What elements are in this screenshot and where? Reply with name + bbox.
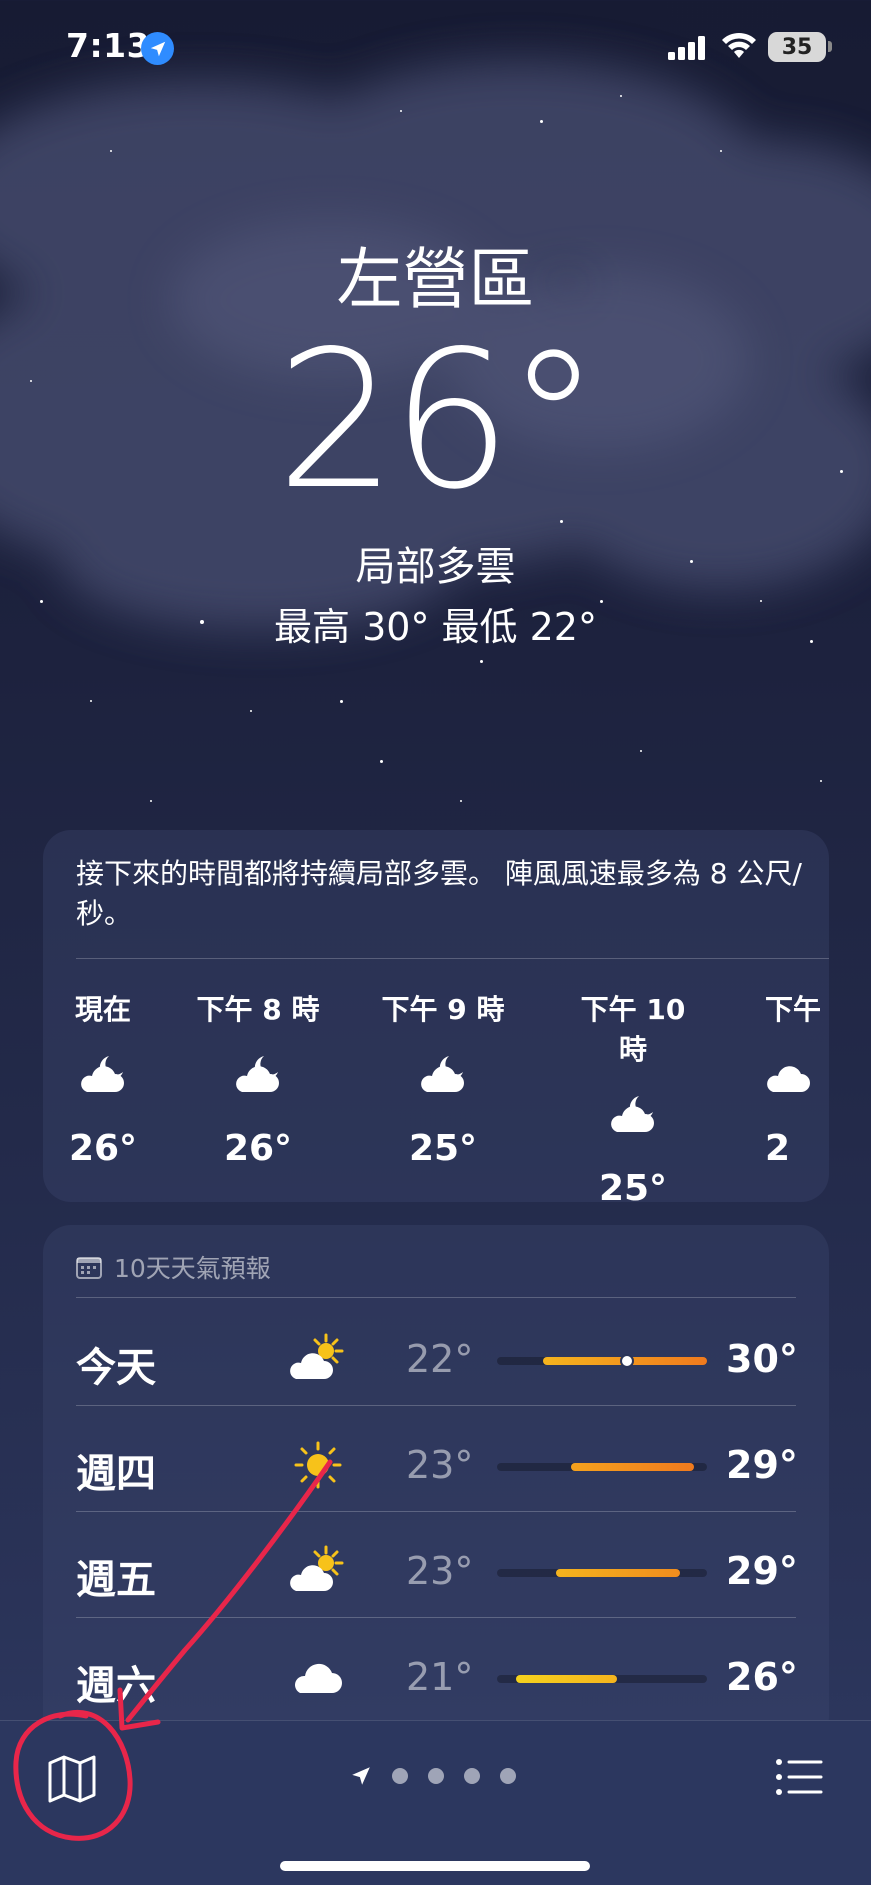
forecast-row[interactable]: 週四 23° 29° xyxy=(76,1413,798,1519)
cellular-signal-icon xyxy=(668,36,705,60)
status-bar: 7:13 35 xyxy=(0,0,871,90)
forecast-day: 週四 xyxy=(76,1451,156,1497)
location-arrow-icon xyxy=(141,32,174,65)
bottom-toolbar xyxy=(0,1720,871,1885)
temperature-range-bar xyxy=(497,1354,707,1368)
forecast-title: 10天天氣預報 xyxy=(114,1254,271,1283)
cloud-sun-icon xyxy=(290,1333,344,1379)
hour-label: 下午 10 時 xyxy=(580,993,686,1066)
battery-tip xyxy=(828,41,832,52)
hour-temp: 25° xyxy=(408,1128,478,1169)
forecast-row[interactable]: 週五 23° 29° xyxy=(76,1519,798,1625)
sun-icon xyxy=(294,1441,342,1489)
temperature-range-fill xyxy=(555,1569,680,1577)
hour-temp: 25° xyxy=(598,1168,668,1202)
cloud-moon-icon xyxy=(373,1052,513,1112)
cloud-moon-icon xyxy=(188,1052,328,1112)
hour-item: 下午 10 時 25° xyxy=(563,990,703,1202)
temperature-range-bar xyxy=(497,1675,707,1683)
cloud-moon-icon xyxy=(43,1052,173,1112)
forecast-high: 29° xyxy=(726,1549,798,1593)
row-divider xyxy=(76,1405,796,1406)
battery-level: 35 xyxy=(768,32,826,62)
current-condition: 局部多雲 xyxy=(355,544,516,590)
calendar-icon xyxy=(76,1257,102,1279)
temperature-range-fill xyxy=(570,1463,695,1471)
temperature-range-bar xyxy=(497,1569,707,1577)
hour-temp: 26° xyxy=(68,1128,138,1169)
cloud-moon-icon xyxy=(563,1092,703,1152)
map-icon[interactable] xyxy=(44,1751,100,1807)
cloud-moon-icon xyxy=(765,1052,829,1112)
hour-label: 下午 xyxy=(765,993,822,1026)
wifi-icon xyxy=(722,32,756,58)
high-low-temperature: 最高 30° 最低 22° xyxy=(274,605,597,649)
forecast-divider xyxy=(76,1297,796,1298)
forecast-day: 週五 xyxy=(76,1557,156,1603)
page-dot xyxy=(500,1768,516,1784)
hour-item: 下午 9 時 25° xyxy=(373,990,513,1169)
hourly-summary: 接下來的時間都將持續局部多雲。 陣風風速最多為 8 公尺/秒。 xyxy=(76,857,802,930)
forecast-high: 29° xyxy=(726,1443,798,1487)
hourly-forecast-card[interactable]: 接下來的時間都將持續局部多雲。 陣風風速最多為 8 公尺/秒。 現在 26° 下… xyxy=(43,830,829,1202)
hour-temp: 2 xyxy=(765,1128,791,1169)
row-divider xyxy=(76,1617,796,1618)
hour-item: 下午 8 時 26° xyxy=(188,990,328,1169)
hour-item: 現在 26° xyxy=(43,990,173,1169)
status-time: 7:13 xyxy=(66,26,151,65)
hourly-scroll[interactable]: 現在 26° 下午 8 時 26° 下午 9 時 25° 下午 10 時 25°… xyxy=(43,990,829,1202)
page-dot xyxy=(428,1768,444,1784)
current-temp-marker xyxy=(620,1354,635,1368)
hour-item: 下午 2 xyxy=(765,990,829,1169)
temperature-range-fill xyxy=(515,1675,617,1683)
forecast-day: 今天 xyxy=(76,1345,156,1391)
weather-header: 左營區 26° 局部多雲 最高 30° 最低 22° xyxy=(0,240,871,652)
forecast-row[interactable]: 週六 21° 26° xyxy=(76,1625,798,1731)
forecast-day: 週六 xyxy=(76,1663,156,1709)
forecast-low: 21° xyxy=(406,1655,474,1699)
forecast-row[interactable]: 今天 22° 30° xyxy=(76,1307,798,1413)
forecast-low: 23° xyxy=(406,1549,474,1593)
forecast-low: 23° xyxy=(406,1443,474,1487)
page-dot xyxy=(464,1768,480,1784)
cloud-sun-icon xyxy=(290,1545,344,1591)
hour-label: 現在 xyxy=(74,993,131,1026)
forecast-high: 30° xyxy=(726,1337,798,1381)
hour-label: 下午 9 時 xyxy=(381,993,505,1026)
page-indicator[interactable] xyxy=(350,1765,516,1787)
row-divider xyxy=(76,1511,796,1512)
hour-label: 下午 8 時 xyxy=(196,993,320,1026)
forecast-high: 26° xyxy=(726,1655,798,1699)
temperature-range-bar xyxy=(497,1463,707,1471)
hourly-divider xyxy=(76,958,829,959)
current-temperature: 26° xyxy=(276,310,601,531)
current-location-indicator-icon xyxy=(352,1767,370,1785)
cloud-icon xyxy=(295,1663,342,1693)
city-name: 左營區 xyxy=(336,241,535,318)
hour-temp: 26° xyxy=(223,1128,293,1169)
page-dot xyxy=(392,1768,408,1784)
forecast-low: 22° xyxy=(406,1337,474,1381)
home-indicator xyxy=(280,1861,590,1871)
forecast-header: 10天天氣預報 xyxy=(76,1249,271,1285)
ten-day-forecast-card[interactable]: 10天天氣預報 今天 22° 30° 週四 23° 29° 週五 23° 29°… xyxy=(43,1225,829,1745)
list-icon[interactable] xyxy=(775,1757,823,1797)
